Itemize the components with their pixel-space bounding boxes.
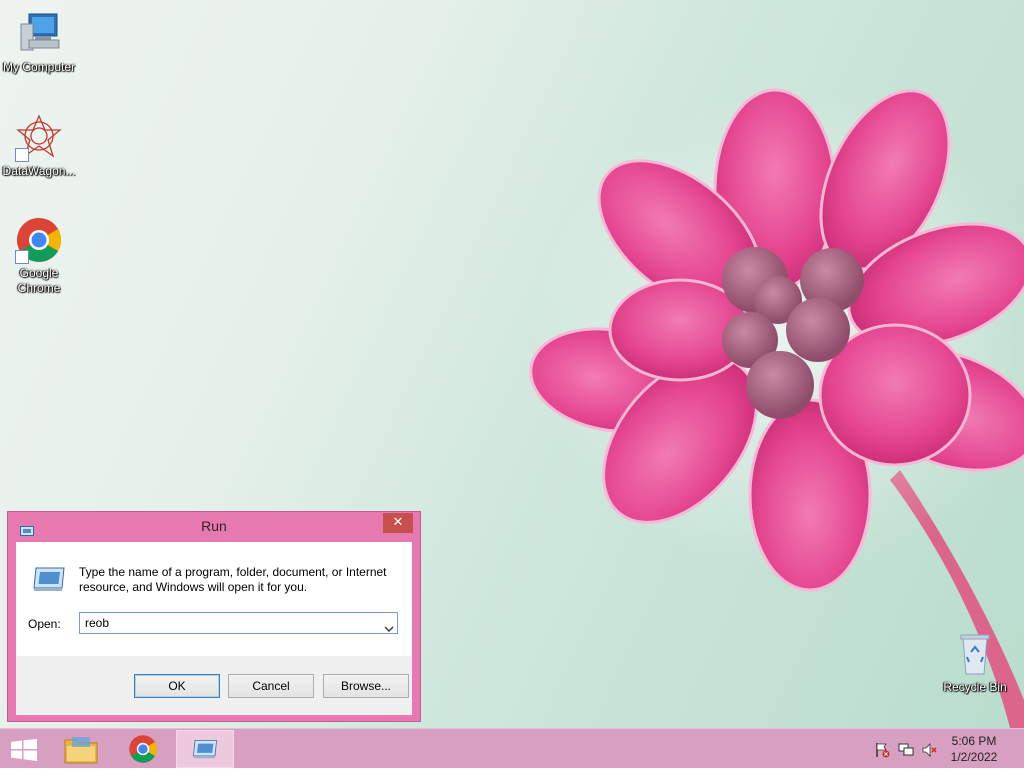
- action-center-flag-icon[interactable]: [874, 742, 890, 762]
- desktop-icon-recycle-bin[interactable]: Recycle Bin: [936, 630, 1014, 695]
- taskbar-file-explorer[interactable]: [54, 730, 110, 768]
- open-label: Open:: [28, 617, 61, 631]
- clock-date: 1/2/2022: [950, 750, 998, 764]
- run-program-icon: [32, 566, 66, 596]
- volume-muted-icon[interactable]: [922, 742, 938, 762]
- run-title: Run: [201, 518, 227, 534]
- desktop-icon-datawagon[interactable]: DataWagon...: [0, 114, 78, 179]
- desktop: My Computer DataWagon... Google Chrome R…: [0, 0, 1024, 728]
- chevron-down-icon[interactable]: [384, 618, 394, 637]
- datawagon-icon: [15, 114, 63, 162]
- cancel-button[interactable]: Cancel: [228, 674, 314, 698]
- close-icon: ✕: [392, 515, 404, 530]
- run-description: Type the name of a program, folder, docu…: [79, 565, 387, 594]
- chrome-icon: [128, 734, 158, 768]
- network-icon[interactable]: [898, 742, 914, 762]
- taskbar-chrome[interactable]: [116, 730, 172, 768]
- taskbar: 5:06 PM 1/2/2022: [0, 728, 1024, 768]
- start-button[interactable]: [0, 730, 48, 768]
- run-upper-panel: Type the name of a program, folder, docu…: [16, 542, 412, 656]
- browse-button[interactable]: Browse...: [323, 674, 409, 698]
- desktop-icon-google-chrome[interactable]: Google Chrome: [0, 216, 78, 296]
- open-combobox[interactable]: [79, 612, 398, 634]
- clock-time: 5:06 PM: [951, 734, 997, 748]
- open-input[interactable]: [85, 615, 375, 631]
- system-clock[interactable]: 5:06 PM 1/2/2022: [944, 733, 1004, 765]
- computer-icon: [15, 10, 63, 58]
- shortcut-arrow-icon: [15, 250, 29, 264]
- shortcut-arrow-icon: [15, 148, 29, 162]
- desktop-icon-my-computer[interactable]: My Computer: [0, 10, 78, 75]
- file-explorer-icon: [64, 735, 98, 769]
- run-dialog: Run ✕ Type the name of a program, folder…: [7, 511, 421, 722]
- chrome-icon: [15, 216, 63, 264]
- close-button[interactable]: ✕: [383, 513, 413, 533]
- start-icon: [11, 739, 37, 765]
- recycle-bin-icon: [951, 630, 999, 678]
- taskbar-run[interactable]: [176, 730, 234, 768]
- run-titlebar[interactable]: Run ✕: [8, 512, 420, 540]
- run-client: Type the name of a program, folder, docu…: [16, 542, 412, 715]
- run-icon: [189, 739, 221, 763]
- ok-button[interactable]: OK: [134, 674, 220, 698]
